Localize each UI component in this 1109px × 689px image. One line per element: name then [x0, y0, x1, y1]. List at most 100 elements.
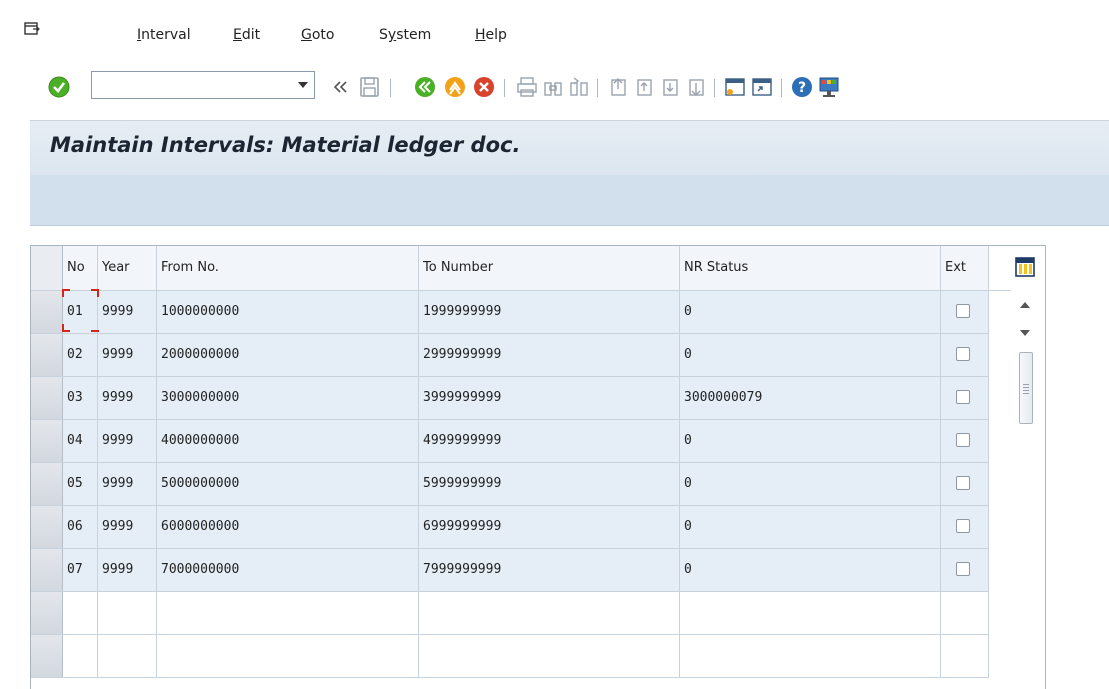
cell-year[interactable]: 9999 — [98, 463, 157, 505]
cell-from-no[interactable]: 6000000000 — [157, 506, 419, 548]
column-header-no[interactable]: No — [63, 246, 98, 290]
ext-checkbox[interactable] — [956, 433, 970, 447]
select-all-button[interactable] — [31, 246, 63, 290]
cell-from-no[interactable]: 7000000000 — [157, 549, 419, 591]
row-selector[interactable] — [31, 463, 63, 505]
cell-nr-status[interactable]: 0 — [680, 549, 941, 591]
command-input[interactable] — [96, 73, 290, 99]
next-page-icon[interactable] — [659, 75, 683, 99]
cell-to-number[interactable]: 2999999999 — [419, 334, 680, 376]
cell-nr-status[interactable]: 0 — [680, 420, 941, 462]
menu-goto[interactable]: Goto — [301, 27, 334, 43]
row-selector[interactable] — [31, 291, 63, 333]
cell-no[interactable]: 04 — [63, 420, 98, 462]
empty-cell[interactable] — [941, 592, 989, 634]
first-page-icon[interactable] — [607, 75, 631, 99]
scroll-down-icon[interactable] — [1020, 330, 1030, 336]
last-page-icon[interactable] — [685, 75, 709, 99]
empty-cell[interactable] — [63, 635, 98, 677]
back-double-icon[interactable] — [330, 75, 354, 99]
scrollbar-thumb[interactable] — [1019, 352, 1033, 424]
cell-year[interactable]: 9999 — [98, 291, 157, 333]
empty-cell[interactable] — [157, 592, 419, 634]
ext-checkbox[interactable] — [956, 347, 970, 361]
application-menu-icon[interactable] — [24, 22, 40, 36]
print-icon[interactable] — [515, 75, 539, 99]
empty-cell[interactable] — [157, 635, 419, 677]
column-header-nr-status[interactable]: NR Status — [680, 246, 941, 290]
cell-year[interactable]: 9999 — [98, 549, 157, 591]
cell-nr-status[interactable]: 0 — [680, 506, 941, 548]
previous-page-icon[interactable] — [633, 75, 657, 99]
empty-cell[interactable] — [680, 635, 941, 677]
empty-cell[interactable] — [98, 635, 157, 677]
menu-interval[interactable]: Interval — [137, 27, 191, 43]
back-icon[interactable] — [413, 75, 437, 99]
cell-from-no[interactable]: 3000000000 — [157, 377, 419, 419]
row-selector[interactable] — [31, 420, 63, 462]
ext-checkbox[interactable] — [956, 476, 970, 490]
save-icon[interactable] — [358, 75, 382, 99]
cell-no[interactable]: 07 — [63, 549, 98, 591]
empty-cell[interactable] — [98, 592, 157, 634]
column-header-year[interactable]: Year — [98, 246, 157, 290]
column-header-from-no[interactable]: From No. — [157, 246, 419, 290]
cell-nr-status[interactable]: 0 — [680, 463, 941, 505]
find-icon[interactable] — [541, 75, 565, 99]
cancel-icon[interactable] — [472, 75, 496, 99]
column-header-ext[interactable]: Ext — [941, 246, 989, 290]
ext-checkbox[interactable] — [956, 390, 970, 404]
row-selector[interactable] — [31, 635, 63, 677]
row-selector[interactable] — [31, 506, 63, 548]
ext-checkbox[interactable] — [956, 304, 970, 318]
customize-layout-icon[interactable] — [817, 75, 841, 99]
cell-nr-status[interactable]: 0 — [680, 291, 941, 333]
cell-no[interactable]: 02 — [63, 334, 98, 376]
menu-edit[interactable]: Edit — [233, 27, 260, 43]
ext-checkbox[interactable] — [956, 519, 970, 533]
exit-icon[interactable] — [443, 75, 467, 99]
vertical-scrollbar[interactable] — [1013, 290, 1037, 689]
cell-from-no[interactable]: 4000000000 — [157, 420, 419, 462]
row-selector[interactable] — [31, 334, 63, 376]
empty-cell[interactable] — [419, 635, 680, 677]
cell-year[interactable]: 9999 — [98, 420, 157, 462]
shortcut-icon[interactable] — [750, 75, 774, 99]
cell-to-number[interactable]: 1999999999 — [419, 291, 680, 333]
cell-year[interactable]: 9999 — [98, 377, 157, 419]
cell-to-number[interactable]: 4999999999 — [419, 420, 680, 462]
cell-to-number[interactable]: 3999999999 — [419, 377, 680, 419]
find-next-icon[interactable] — [567, 75, 591, 99]
row-selector[interactable] — [31, 377, 63, 419]
empty-cell[interactable] — [680, 592, 941, 634]
cell-year[interactable]: 9999 — [98, 334, 157, 376]
row-selector[interactable] — [31, 592, 63, 634]
menu-system[interactable]: System — [379, 27, 431, 43]
cell-from-no[interactable]: 5000000000 — [157, 463, 419, 505]
chevron-down-icon[interactable] — [298, 82, 308, 88]
row-selector[interactable] — [31, 549, 63, 591]
scroll-up-icon[interactable] — [1020, 302, 1030, 308]
menu-help[interactable]: Help — [475, 27, 507, 43]
cell-nr-status[interactable]: 3000000079 — [680, 377, 941, 419]
column-header-to-number[interactable]: To Number — [419, 246, 680, 290]
cell-to-number[interactable]: 6999999999 — [419, 506, 680, 548]
empty-cell[interactable] — [419, 592, 680, 634]
cell-no[interactable]: 03 — [63, 377, 98, 419]
empty-cell[interactable] — [941, 635, 989, 677]
cell-no[interactable]: 06 — [63, 506, 98, 548]
column-settings-icon[interactable] — [1015, 257, 1035, 277]
enter-icon[interactable] — [47, 75, 71, 99]
command-field[interactable] — [91, 71, 315, 99]
help-icon[interactable]: ? — [790, 75, 814, 99]
cell-year[interactable]: 9999 — [98, 506, 157, 548]
cell-from-no[interactable]: 1000000000 — [157, 291, 419, 333]
ext-checkbox[interactable] — [956, 562, 970, 576]
new-session-icon[interactable] — [723, 75, 747, 99]
cell-no[interactable]: 05 — [63, 463, 98, 505]
empty-cell[interactable] — [63, 592, 98, 634]
cell-to-number[interactable]: 5999999999 — [419, 463, 680, 505]
cell-nr-status[interactable]: 0 — [680, 334, 941, 376]
cell-from-no[interactable]: 2000000000 — [157, 334, 419, 376]
cell-to-number[interactable]: 7999999999 — [419, 549, 680, 591]
